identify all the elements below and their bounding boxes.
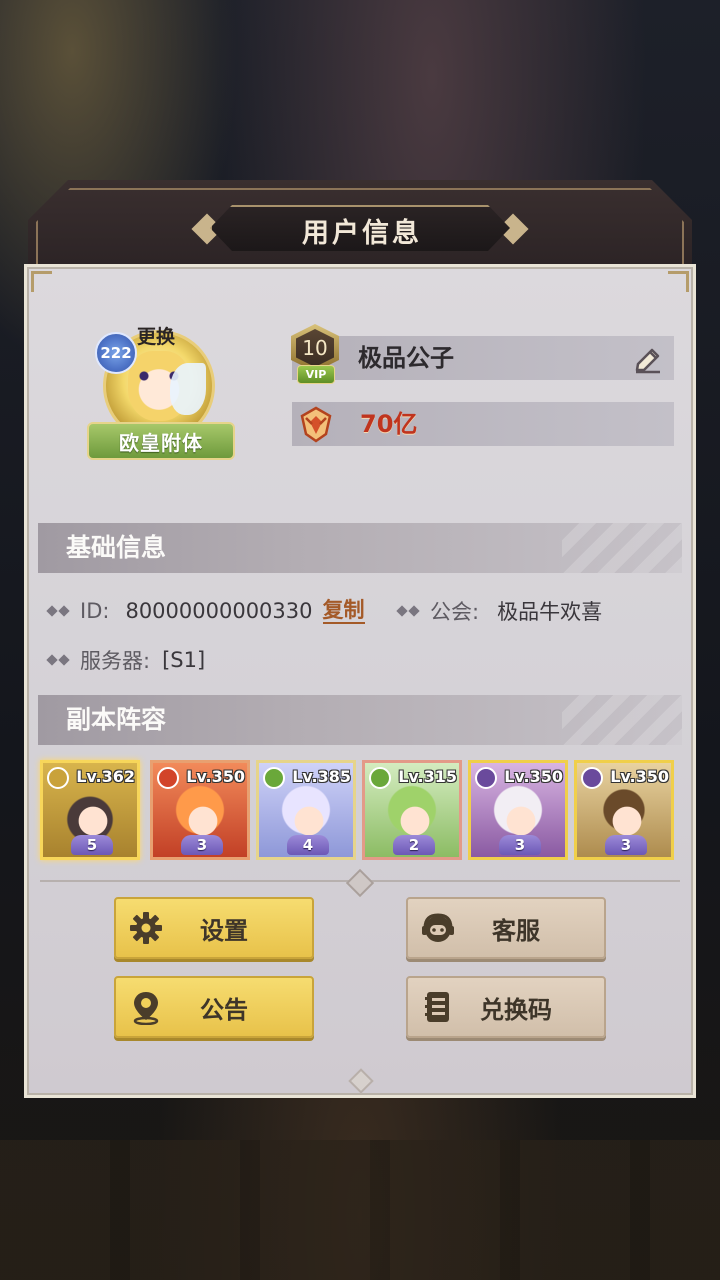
hero-card-2[interactable]: Lv.350 3 <box>150 760 250 860</box>
hero-stars: 3 <box>499 835 541 855</box>
hero-face <box>183 797 223 837</box>
location-pin-icon <box>126 987 166 1027</box>
hero-card-6[interactable]: Lv.350 3 <box>574 760 674 860</box>
bullet-icon <box>46 605 58 617</box>
guild-value: 极品牛欢喜 <box>497 600 603 624</box>
hero-card-3[interactable]: Lv.385 4 <box>256 760 356 860</box>
hero-face <box>501 797 541 837</box>
id-value: 80000000000330 <box>125 599 313 623</box>
bullet-icon <box>46 654 58 666</box>
settings-button[interactable]: 设置 <box>114 897 314 959</box>
hero-lineup: Lv.362 5 Lv.350 3 Lv.385 4 Lv.315 2 Lv.3… <box>40 760 680 862</box>
player-name: 极品公子 <box>358 344 454 372</box>
guild-label: 公会: <box>430 600 480 624</box>
hero-level: Lv.350 <box>186 767 245 786</box>
settings-label: 设置 <box>200 916 248 945</box>
avatar-button[interactable]: 222 更换 欧皇附体 <box>87 320 235 460</box>
hero-face <box>73 797 113 837</box>
server-label: 服务器: <box>80 649 151 673</box>
lineup-title: 副本阵容 <box>66 705 167 734</box>
hero-level: Lv.350 <box>504 767 563 786</box>
name-bar <box>292 336 674 380</box>
basic-info-header: 基础信息 <box>38 523 682 573</box>
element-fire-icon <box>157 767 179 789</box>
id-row: ID: 80000000000330 复制 <box>46 594 365 628</box>
avatar-level-badge: 222 <box>95 332 137 374</box>
hero-stars: 3 <box>605 835 647 855</box>
guild-row: 公会: 极品牛欢喜 <box>396 594 603 628</box>
hero-stars: 4 <box>287 835 329 855</box>
redeem-code-button[interactable]: 兑换码 <box>406 976 606 1038</box>
vip-tag: VIP <box>297 365 335 384</box>
support-button[interactable]: 客服 <box>406 897 606 959</box>
hero-stars: 2 <box>393 835 435 855</box>
element-light-icon <box>47 767 69 789</box>
power-icon <box>296 404 336 444</box>
power-value: 70亿 <box>360 410 418 438</box>
dialog-title: 用户信息 <box>302 217 422 249</box>
headset-icon <box>418 908 458 948</box>
copy-id-button[interactable]: 复制 <box>322 598 365 624</box>
bullet-icon <box>396 605 408 617</box>
support-label: 客服 <box>492 916 540 945</box>
element-nature-icon <box>263 767 285 789</box>
vip-badge: 10 VIP <box>287 322 347 386</box>
redeem-code-label: 兑换码 <box>480 995 552 1024</box>
hero-stars: 5 <box>71 835 113 855</box>
background-bottom-bar <box>0 1140 720 1280</box>
lineup-header: 副本阵容 <box>38 695 682 745</box>
hero-card-4[interactable]: Lv.315 2 <box>362 760 462 860</box>
hero-level: Lv.362 <box>76 767 135 786</box>
book-icon <box>418 987 458 1027</box>
avatar-title-ribbon: 欧皇附体 <box>87 422 235 460</box>
announcement-button[interactable]: 公告 <box>114 976 314 1038</box>
element-nature-icon <box>369 767 391 789</box>
hero-level: Lv.385 <box>292 767 351 786</box>
hero-level: Lv.315 <box>398 767 457 786</box>
panel-corner <box>668 271 689 292</box>
hero-stars: 3 <box>181 835 223 855</box>
bullet-icon <box>58 605 70 617</box>
bullet-icon <box>58 654 70 666</box>
element-dark-icon <box>581 767 603 789</box>
panel-corner <box>31 271 52 292</box>
hero-face <box>607 797 647 837</box>
change-avatar-label[interactable]: 更换 <box>137 322 175 349</box>
element-dark-icon <box>475 767 497 789</box>
avatar-wing <box>170 363 206 415</box>
hero-face <box>289 797 329 837</box>
announcement-label: 公告 <box>200 995 248 1024</box>
server-value: [S1] <box>162 648 206 672</box>
hero-card-1[interactable]: Lv.362 5 <box>40 760 140 860</box>
hero-card-5[interactable]: Lv.350 3 <box>468 760 568 860</box>
server-row: 服务器: [S1] <box>46 643 206 677</box>
basic-info-title: 基础信息 <box>66 533 167 562</box>
bullet-icon <box>408 605 420 617</box>
power-bar <box>292 402 674 446</box>
id-label: ID: <box>80 599 110 623</box>
gear-icon <box>126 908 166 948</box>
hero-level: Lv.350 <box>610 767 669 786</box>
edit-name-icon[interactable] <box>632 342 664 374</box>
hero-face <box>395 797 435 837</box>
dialog-title-plate: 用户信息 <box>210 205 510 251</box>
